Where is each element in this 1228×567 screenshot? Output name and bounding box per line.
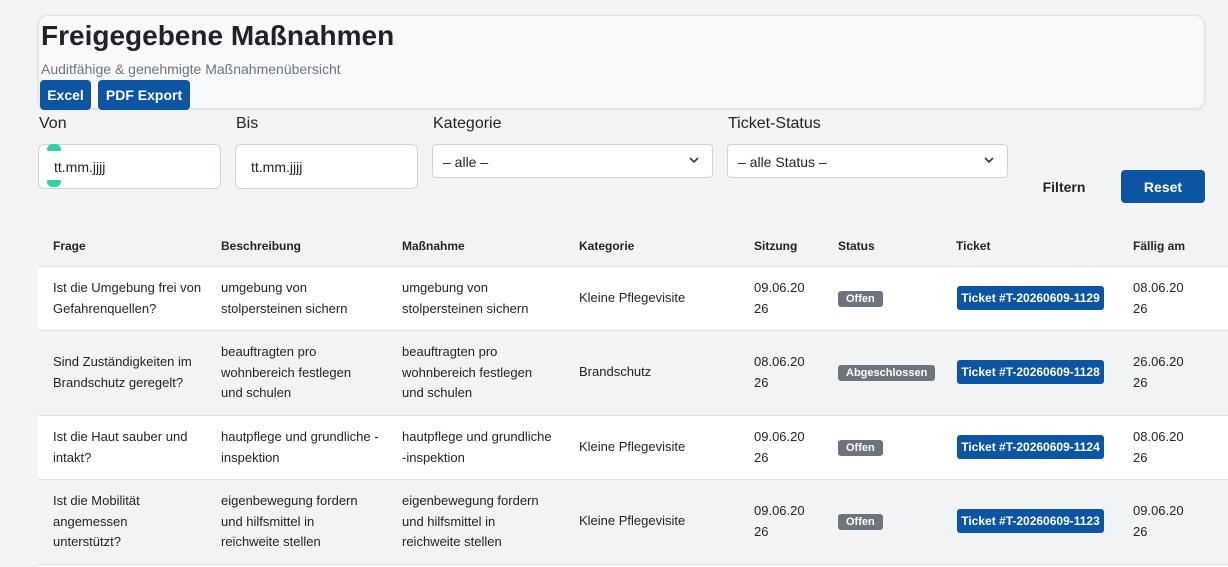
column-header-faellig: Fällig am [1133, 239, 1186, 253]
table-row: Ist die Haut sauber und intakt? hautpfle… [38, 416, 1228, 480]
kategorie-select-value: – alle – [443, 154, 489, 170]
ticket-status-select-value: – alle Status – [738, 154, 827, 170]
ticket-status-label: Ticket-Status [728, 115, 821, 132]
cell-sitzung: 08.06.2026 [754, 354, 805, 390]
von-date-value: tt.mm.jjjj [54, 159, 106, 175]
bis-date-value: tt.mm.jjjj [251, 159, 303, 175]
status-badge: Offen [838, 440, 883, 456]
table-row: Ist die Mobilität angemessen unterstützt… [38, 480, 1228, 565]
cell-frage: Sind Zuständigkeiten im Brandschutz gere… [53, 354, 192, 390]
header-card: Freigegebene Maßnahmen Auditfähige & gen… [38, 15, 1205, 110]
spinner-up-icon[interactable] [47, 144, 61, 151]
column-header-ticket: Ticket [956, 239, 991, 253]
spinner-down-icon[interactable] [47, 180, 61, 187]
ticket-link-button[interactable]: Ticket #T-20260609-1124 [957, 435, 1104, 459]
cell-beschreibung: eigenbewegung fordern und hilfsmittel in… [221, 493, 358, 549]
cell-massnahme: hautpflege und grundliche -inspektion [402, 429, 552, 465]
cell-frage: Ist die Umgebung frei von Gefahrenquelle… [53, 280, 202, 316]
cell-kategorie: Kleine Pflegevisite [579, 439, 686, 454]
cell-faellig: 08.06.2026 [1133, 429, 1184, 465]
filter-button[interactable]: Filtern [1030, 170, 1098, 204]
cell-sitzung: 09.06.2026 [754, 503, 805, 539]
chevron-down-icon [689, 157, 699, 164]
kategorie-select[interactable]: – alle – [432, 144, 713, 178]
cell-beschreibung: hautpflege und grundliche -inspektion [221, 429, 379, 465]
cell-massnahme: beauftragten pro wohnbereich festlegen u… [402, 344, 533, 400]
cell-sitzung: 09.06.2026 [754, 429, 805, 465]
cell-sitzung: 09.06.2026 [754, 280, 805, 316]
table-row: Sind Zuständigkeiten im Brandschutz gere… [38, 331, 1228, 416]
kategorie-label: Kategorie [433, 115, 502, 132]
column-header-kategorie: Kategorie [579, 239, 635, 253]
bis-date-input[interactable]: tt.mm.jjjj [235, 144, 418, 189]
cell-beschreibung: beauftragten pro wohnbereich festlegen u… [221, 344, 352, 400]
page-title: Freigegebene Maßnahmen [41, 20, 395, 51]
von-date-input[interactable]: tt.mm.jjjj [38, 144, 221, 189]
ticket-status-select[interactable]: – alle Status – [727, 144, 1008, 178]
column-header-beschreibung: Beschreibung [221, 239, 302, 253]
status-badge: Abgeschlossen [838, 365, 936, 381]
cell-kategorie: Kleine Pflegevisite [579, 290, 686, 305]
column-header-sitzung: Sitzung [754, 239, 798, 253]
ticket-link-button[interactable]: Ticket #T-20260609-1129 [957, 286, 1104, 310]
reset-button[interactable]: Reset [1121, 170, 1205, 203]
measures-table: Frage Beschreibung Maßnahme Kategorie Si… [38, 226, 1228, 567]
excel-export-button[interactable]: Excel [40, 80, 91, 110]
table-row: Ist die Umgebung frei von Gefahrenquelle… [38, 267, 1228, 331]
cell-frage: Ist die Mobilität angemessen unterstützt… [53, 493, 140, 549]
column-header-status: Status [838, 239, 875, 253]
status-badge: Offen [838, 291, 883, 307]
table-header: Frage Beschreibung Maßnahme Kategorie Si… [38, 226, 1228, 267]
cell-frage: Ist die Haut sauber und intakt? [53, 429, 188, 465]
ticket-link-button[interactable]: Ticket #T-20260609-1123 [957, 509, 1104, 533]
cell-kategorie: Kleine Pflegevisite [579, 513, 686, 528]
chevron-down-icon [984, 157, 994, 164]
cell-kategorie: Brandschutz [579, 364, 652, 379]
pdf-export-button[interactable]: PDF Export [98, 80, 190, 110]
cell-faellig: 26.06.2026 [1133, 354, 1184, 390]
cell-massnahme: eigenbewegung fordern und hilfsmittel in… [402, 493, 539, 549]
column-header-frage: Frage [53, 239, 86, 253]
cell-massnahme: umgebung von stolpersteinen sichern [402, 280, 529, 316]
cell-faellig: 09.06.2026 [1133, 503, 1184, 539]
ticket-link-button[interactable]: Ticket #T-20260609-1128 [957, 360, 1104, 384]
column-header-massnahme: Maßnahme [402, 239, 465, 253]
cell-beschreibung: umgebung von stolpersteinen sichern [221, 280, 348, 316]
von-label: Von [39, 115, 67, 132]
bis-label: Bis [236, 115, 259, 132]
status-badge: Offen [838, 514, 883, 530]
cell-faellig: 08.06.2026 [1133, 280, 1184, 316]
page-subtitle: Auditfähige & genehmigte Maßnahmenübersi… [41, 61, 341, 77]
